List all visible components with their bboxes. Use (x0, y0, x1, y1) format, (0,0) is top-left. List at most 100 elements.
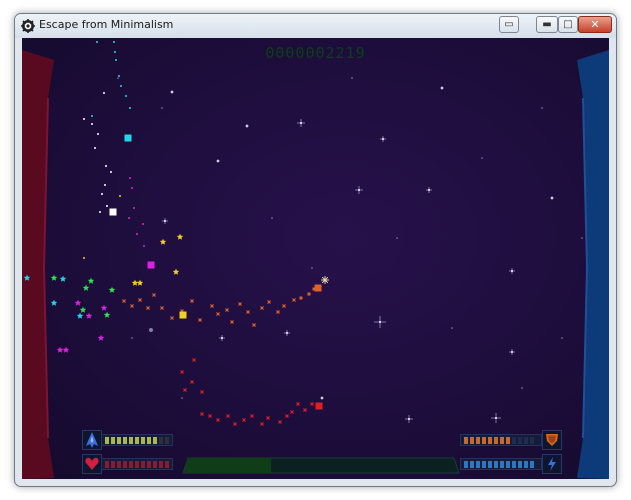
sparkle-star (495, 417, 497, 419)
lightning-hud-slot (542, 454, 562, 474)
sparkle-star (408, 418, 410, 420)
distant-star (271, 217, 273, 219)
left-wall (22, 50, 54, 479)
sparkle-star (217, 160, 219, 162)
star-enemy (100, 304, 108, 311)
sparkle-star (358, 189, 360, 191)
distant-star (581, 237, 583, 239)
bar-cell (159, 437, 163, 444)
small-orb-enemy (149, 328, 153, 332)
bar-cell (159, 461, 163, 468)
yellow-trail-dot (83, 257, 85, 259)
white-trail-dot (99, 211, 101, 213)
bar-cell (165, 437, 169, 444)
title-bar[interactable]: Escape from Minimalism ▭ ▬ □ ✕ (15, 14, 616, 38)
bar-cell (135, 437, 139, 444)
bar-cell (494, 437, 498, 444)
white-trail-dot (110, 171, 112, 173)
minimize-icon: ▬ (542, 19, 552, 30)
cyan-trail-dot (96, 41, 98, 43)
enemy-trails (83, 41, 316, 426)
bar-cell (500, 461, 504, 468)
distant-star (541, 107, 543, 109)
sparkle-star (164, 220, 166, 222)
white-trail-dot (103, 92, 105, 94)
enemies (23, 134, 329, 410)
white-trail-dot (94, 147, 96, 149)
star-enemy (50, 299, 58, 306)
bar-cell (506, 437, 510, 444)
white-trail-dot (97, 133, 99, 135)
bar-cell (129, 461, 133, 468)
star-enemy (74, 299, 82, 306)
progress-fill (183, 458, 272, 473)
star-enemy (59, 275, 67, 282)
white-trail-dot (83, 118, 85, 120)
white-trail-dot (105, 165, 107, 167)
sparkle-star (321, 397, 323, 399)
bar-cell (111, 437, 115, 444)
cyan-trail-dot (91, 115, 93, 117)
bar-cell (153, 437, 157, 444)
white-block-enemy (109, 208, 117, 216)
heart-hud-slot (82, 454, 102, 474)
bar-cell (476, 437, 480, 444)
close-icon: ✕ (590, 18, 600, 31)
sparkle-star (246, 125, 248, 127)
bar-cell (512, 437, 516, 444)
game-window: Escape from Minimalism ▭ ▬ □ ✕ 000000221… (14, 13, 617, 487)
ship-energy-bar (101, 434, 173, 446)
sparkle-star (171, 91, 173, 93)
game-viewport[interactable]: 0000002219 (22, 38, 609, 479)
distant-star (561, 337, 563, 339)
star-enemy (176, 233, 184, 240)
maximize-button[interactable]: □ (558, 16, 578, 33)
star-enemy (85, 312, 93, 319)
close-button[interactable]: ✕ (578, 16, 612, 33)
yellow-block-enemy (179, 311, 187, 319)
bar-cell (141, 461, 145, 468)
bar-cell (464, 461, 468, 468)
magenta-trail-dot (129, 177, 131, 179)
distant-star (521, 387, 523, 389)
sparkle-star (382, 138, 384, 140)
gear-icon[interactable] (21, 19, 35, 33)
orange-block-enemy (314, 284, 322, 292)
bar-cell (488, 461, 492, 468)
bar-cell (141, 437, 145, 444)
shield-bar (460, 434, 542, 446)
window-extra-button[interactable]: ▭ (499, 16, 519, 33)
bar-cell (165, 461, 169, 468)
star-enemy (56, 346, 64, 353)
game-scene (22, 41, 609, 479)
ship-icon (86, 432, 98, 448)
star-enemy (172, 268, 180, 275)
bar-cell (117, 437, 121, 444)
cyan-trail-dot (118, 75, 120, 77)
right-wall (577, 50, 609, 479)
minimize-button[interactable]: ▬ (536, 16, 558, 33)
sparkle-star (221, 337, 223, 339)
star-enemy (136, 279, 144, 286)
sparkle-star (300, 122, 302, 124)
bar-cell (147, 437, 151, 444)
bar-cell (524, 437, 528, 444)
bar-cell (488, 437, 492, 444)
background-stars (117, 77, 583, 423)
bar-cell (518, 461, 522, 468)
burst-enemy (321, 276, 329, 284)
bar-cell (500, 437, 504, 444)
star-enemy (103, 311, 111, 318)
bar-cell (105, 461, 109, 468)
bar-cell (147, 461, 151, 468)
bar-cell (530, 461, 534, 468)
sparkle-star (441, 87, 443, 89)
magenta-trail-dot (133, 207, 135, 209)
star-enemy (159, 238, 167, 245)
star-enemy (79, 306, 87, 313)
distant-star (161, 107, 163, 109)
window-extra-icon: ▭ (504, 19, 514, 30)
star-enemy (50, 274, 58, 281)
bar-cell (512, 461, 516, 468)
bar-cell (470, 461, 474, 468)
